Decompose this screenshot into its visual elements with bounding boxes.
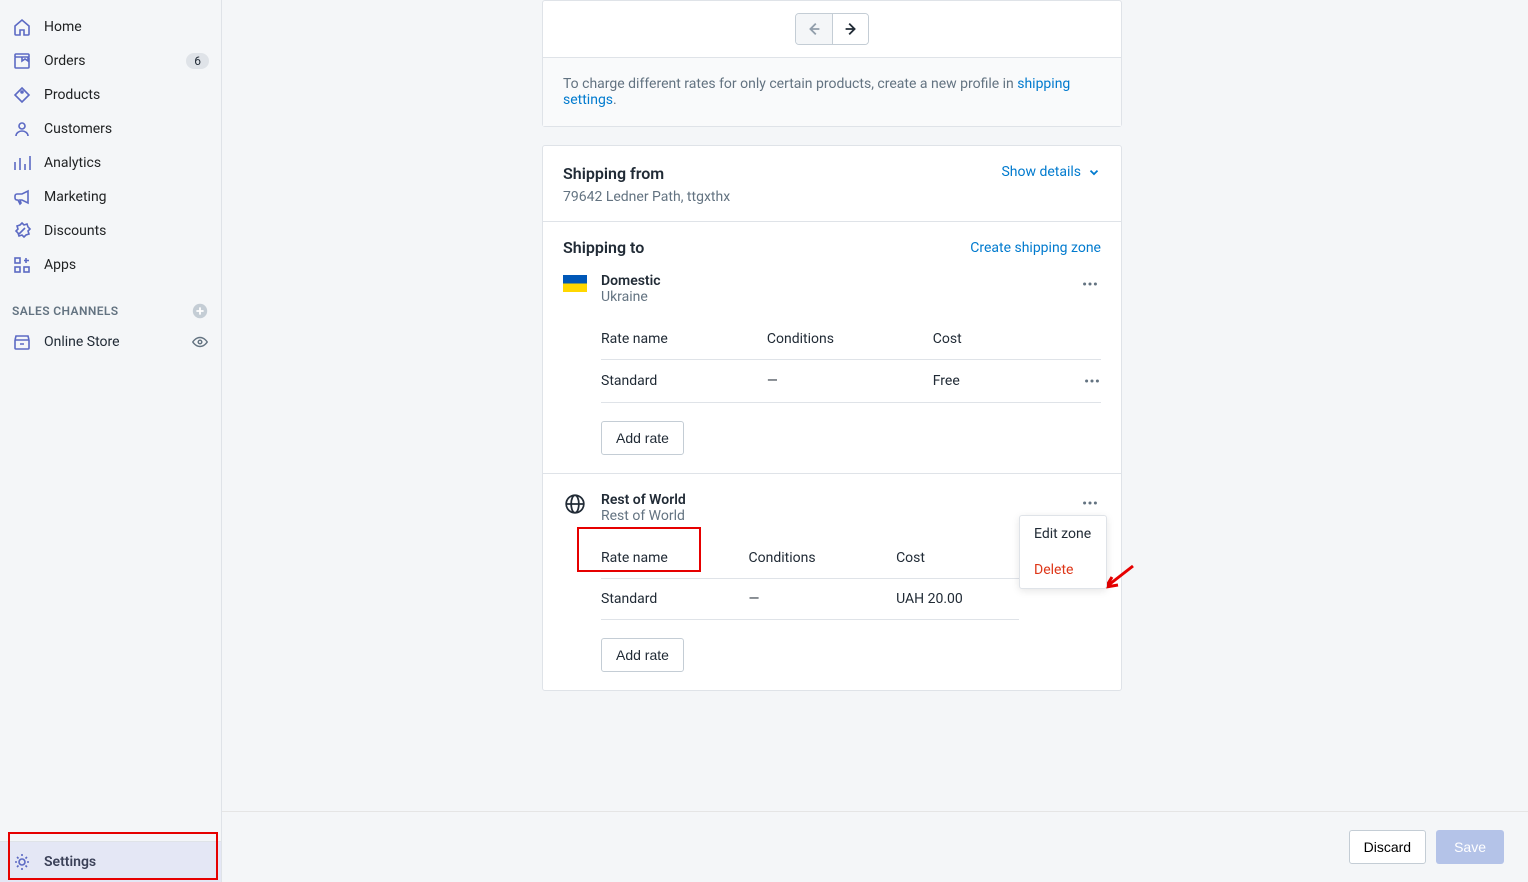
zone-action-popover: Edit zone Delete: [1019, 515, 1107, 589]
orders-badge: 6: [186, 53, 209, 69]
rate-name: Standard: [601, 373, 767, 389]
tag-icon: [12, 85, 32, 105]
shipping-from-address: 79642 Ledner Path, ttgxthx: [563, 189, 730, 205]
globe-icon: [563, 492, 587, 516]
discount-icon: [12, 221, 32, 241]
analytics-icon: [12, 153, 32, 173]
section-label: SALES CHANNELS: [12, 304, 119, 318]
rate-table: Rate name Conditions Cost Standard — UAH…: [601, 538, 1019, 620]
nav-label: Analytics: [44, 155, 101, 171]
dots-icon: [1081, 275, 1099, 293]
next-page-button[interactable]: [832, 14, 868, 44]
zone-subtitle: Ukraine: [601, 289, 661, 305]
sidebar-item-analytics[interactable]: Analytics: [0, 146, 221, 180]
zone-domestic: Domestic Ukraine Rate name Conditions Co…: [543, 273, 1121, 473]
nav-label: Orders: [44, 53, 86, 69]
sidebar-item-apps[interactable]: Apps: [0, 248, 221, 282]
shipping-from-title: Shipping from: [563, 164, 730, 183]
nav-list: Home Orders 6 Products Customers Analyti…: [0, 0, 221, 282]
sidebar-item-online-store[interactable]: Online Store: [0, 326, 221, 358]
nav-label: Discounts: [44, 223, 106, 239]
nav-label: Products: [44, 87, 100, 103]
gear-icon: [12, 852, 32, 872]
arrow-right-icon: [842, 20, 860, 38]
col-cost: Cost: [933, 331, 1071, 347]
zone-subtitle: Rest of World: [601, 508, 686, 524]
sidebar-item-customers[interactable]: Customers: [0, 112, 221, 146]
sales-channels-header: SALES CHANNELS: [0, 282, 221, 326]
nav-label: Home: [44, 19, 82, 35]
col-rate-name: Rate name: [601, 331, 767, 347]
rate-cost: Free: [933, 373, 1071, 389]
add-rate-button[interactable]: Add rate: [601, 421, 684, 455]
sidebar-item-home[interactable]: Home: [0, 10, 221, 44]
shipping-from-section: Shipping from 79642 Ledner Path, ttgxthx…: [543, 146, 1121, 221]
create-shipping-zone-link[interactable]: Create shipping zone: [970, 240, 1101, 256]
col-cost: Cost: [896, 550, 1019, 566]
shipping-to-title: Shipping to: [563, 238, 644, 257]
sidebar-item-settings[interactable]: Settings: [0, 841, 221, 882]
rate-menu-button[interactable]: [1083, 372, 1101, 390]
prev-page-button[interactable]: [796, 14, 832, 44]
plus-circle-icon[interactable]: [191, 302, 209, 320]
rate-cost: UAH 20.00: [896, 591, 1019, 607]
shipping-to-header: Shipping to Create shipping zone: [543, 221, 1121, 273]
sidebar-item-marketing[interactable]: Marketing: [0, 180, 221, 214]
sidebar-item-orders[interactable]: Orders 6: [0, 44, 221, 78]
edit-zone-item[interactable]: Edit zone: [1020, 516, 1106, 552]
shipping-card: Shipping from 79642 Ledner Path, ttgxthx…: [542, 145, 1122, 691]
col-conditions: Conditions: [767, 331, 933, 347]
store-icon: [12, 332, 32, 352]
zone-title: Rest of World: [601, 492, 686, 508]
save-button[interactable]: Save: [1436, 830, 1504, 864]
dots-icon: [1081, 494, 1099, 512]
sidebar: Home Orders 6 Products Customers Analyti…: [0, 0, 222, 882]
show-details-toggle[interactable]: Show details: [1001, 164, 1101, 180]
add-rate-button[interactable]: Add rate: [601, 638, 684, 672]
nav-label: Marketing: [44, 189, 107, 205]
rate-cond: —: [749, 591, 897, 607]
rate-name: Standard: [601, 591, 749, 607]
nav-label: Settings: [44, 854, 96, 870]
main-content: To charge different rates for only certa…: [222, 0, 1528, 882]
chevron-down-icon: [1087, 165, 1101, 179]
apps-icon: [12, 255, 32, 275]
pagination: [543, 1, 1121, 57]
note-text: To charge different rates for only certa…: [563, 76, 1017, 92]
zone-title: Domestic: [601, 273, 661, 289]
col-rate-name: Rate name: [601, 550, 749, 566]
rate-row: Standard — Free: [601, 360, 1101, 403]
arrow-left-icon: [805, 20, 823, 38]
note-suffix: .: [613, 92, 617, 108]
customers-icon: [12, 119, 32, 139]
zone-menu-button[interactable]: [1079, 492, 1101, 514]
save-bar: Discard Save: [222, 811, 1528, 882]
sidebar-item-discounts[interactable]: Discounts: [0, 214, 221, 248]
eye-icon[interactable]: [191, 333, 209, 351]
orders-icon: [12, 51, 32, 71]
nav-label: Online Store: [44, 334, 120, 350]
megaphone-icon: [12, 187, 32, 207]
sidebar-item-products[interactable]: Products: [0, 78, 221, 112]
rate-row: Standard — UAH 20.00: [601, 579, 1019, 620]
products-pager-card: To charge different rates for only certa…: [542, 0, 1122, 127]
rate-table: Rate name Conditions Cost Standard — Fre…: [601, 319, 1101, 403]
discard-button[interactable]: Discard: [1349, 830, 1426, 864]
delete-zone-item[interactable]: Delete: [1020, 552, 1106, 588]
rate-cond: —: [767, 373, 933, 389]
col-conditions: Conditions: [749, 550, 897, 566]
profile-note: To charge different rates for only certa…: [543, 57, 1121, 126]
home-icon: [12, 17, 32, 37]
show-details-label: Show details: [1001, 164, 1081, 180]
nav-label: Customers: [44, 121, 112, 137]
nav-label: Apps: [44, 257, 76, 273]
zone-rest-of-world: Rest of World Rest of World Edit zone De…: [543, 474, 1121, 690]
ukraine-flag-icon: [563, 275, 587, 292]
zone-menu-button[interactable]: [1079, 273, 1101, 295]
